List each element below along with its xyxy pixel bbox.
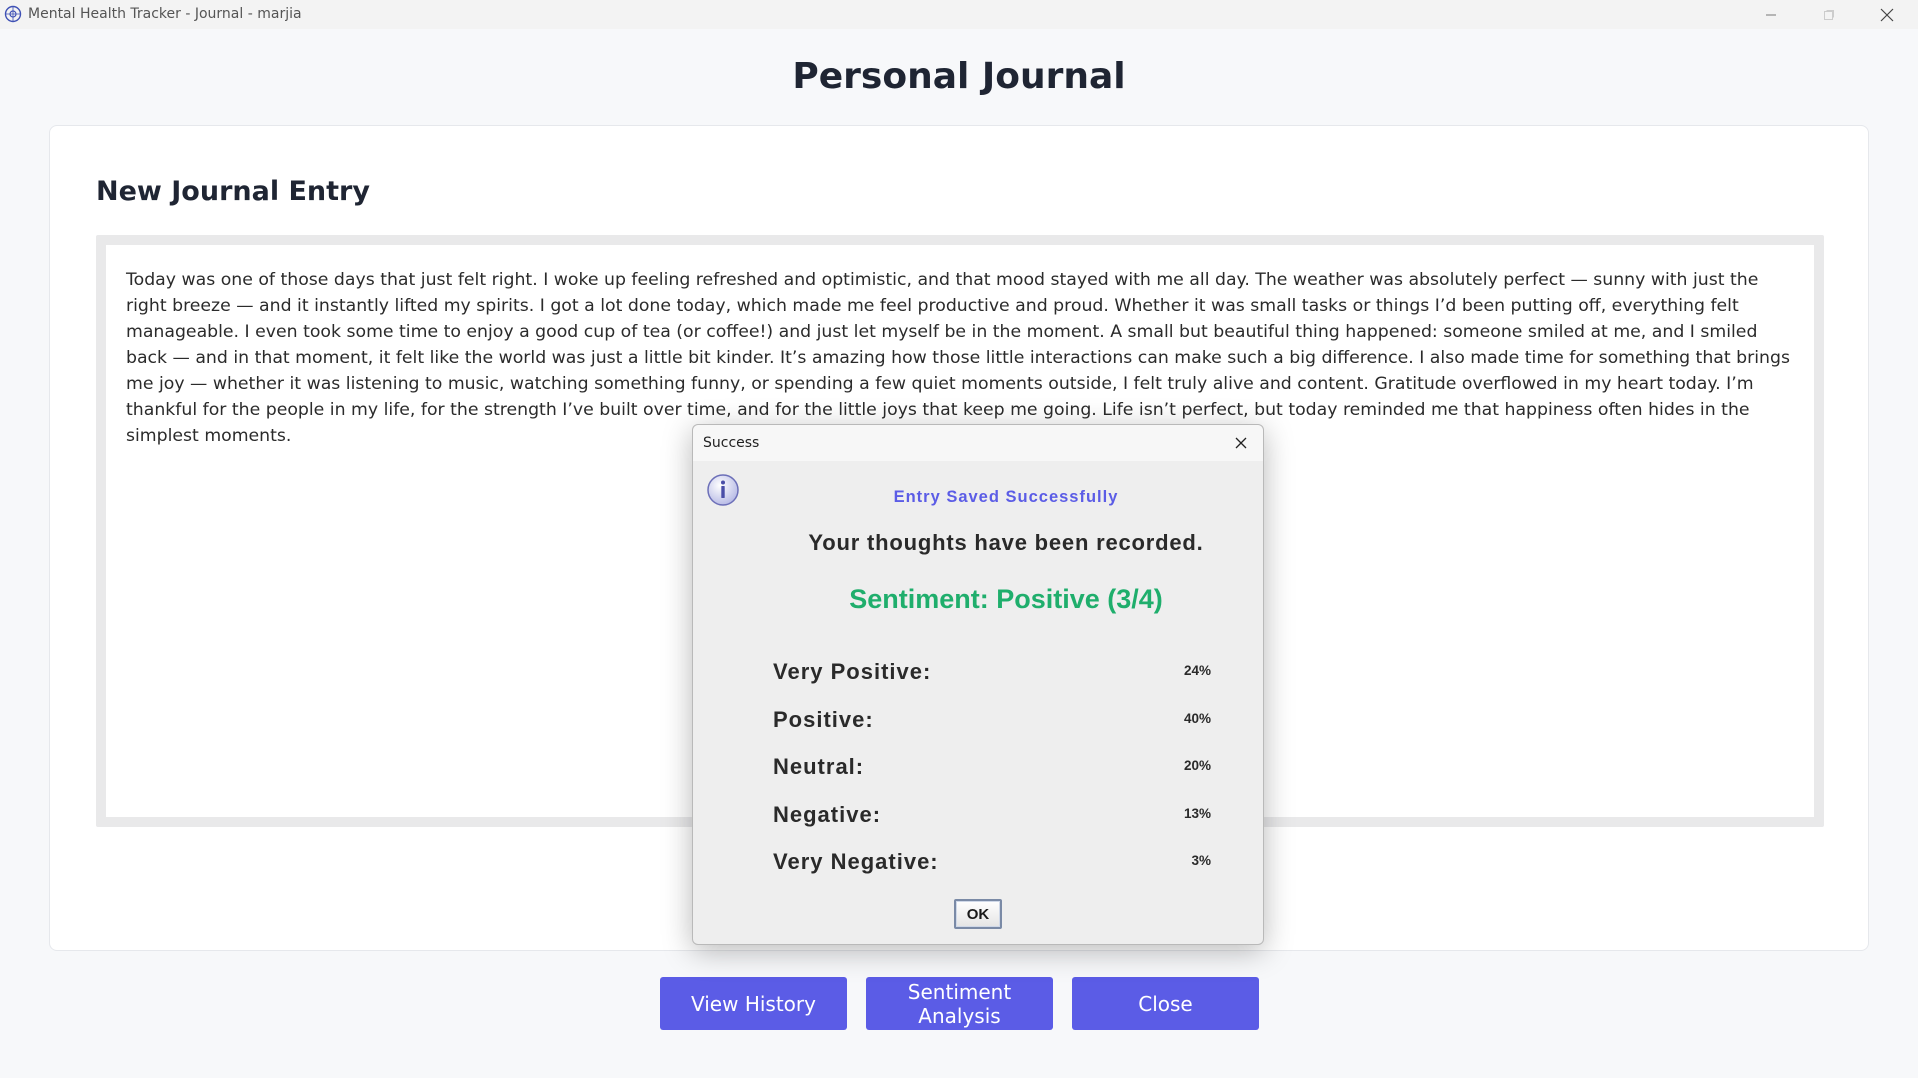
dialog-close-button[interactable] <box>1231 433 1251 453</box>
distribution-label: Negative: <box>773 802 882 827</box>
window-title: Mental Health Tracker - Journal - marjia <box>28 6 302 22</box>
sentiment-result: Sentiment: Positive (3/4) <box>849 584 1163 614</box>
distribution-value: 20% <box>1183 758 1211 773</box>
distribution-row-very-positive: Very Positive: 24% <box>773 659 1211 689</box>
close-button[interactable]: Close <box>1072 977 1259 1030</box>
distribution-value: 13% <box>1183 806 1211 821</box>
distribution-row-neutral: Neutral: 20% <box>773 754 1211 784</box>
maximize-icon <box>1824 9 1834 20</box>
close-icon <box>1880 8 1894 21</box>
distribution-row-positive: Positive: 40% <box>773 707 1211 737</box>
distribution-value: 40% <box>1183 711 1211 726</box>
distribution-label: Neutral: <box>773 754 865 779</box>
section-title: New Journal Entry <box>96 176 370 207</box>
distribution-label: Positive: <box>773 707 874 732</box>
dialog-message: Your thoughts have been recorded. <box>808 530 1204 555</box>
close-window-button[interactable] <box>1858 0 1916 29</box>
dialog-titlebar: Success <box>693 425 1263 461</box>
page-title: Personal Journal <box>792 56 1126 97</box>
window-titlebar: Mental Health Tracker - Journal - marjia <box>0 0 1918 29</box>
sentiment-analysis-button[interactable]: Sentiment Analysis <box>866 977 1053 1030</box>
dialog-heading: Entry Saved Successfully <box>893 488 1119 506</box>
minimize-button[interactable] <box>1742 0 1800 29</box>
distribution-label: Very Positive: <box>773 659 932 684</box>
distribution-row-very-negative: Very Negative: 3% <box>773 849 1211 879</box>
close-icon <box>1235 437 1247 449</box>
app-logo-icon <box>4 5 22 23</box>
distribution-value: 24% <box>1183 663 1211 678</box>
minimize-icon <box>1766 14 1776 15</box>
distribution-label: Very Negative: <box>773 849 939 874</box>
view-history-button[interactable]: View History <box>660 977 847 1030</box>
distribution-row-negative: Negative: 13% <box>773 802 1211 832</box>
ok-button[interactable]: OK <box>954 899 1002 929</box>
success-dialog: Success Entry Saved Successfully Your th… <box>692 424 1264 945</box>
distribution-value: 3% <box>1191 853 1211 868</box>
maximize-button[interactable] <box>1800 0 1858 29</box>
dialog-title: Success <box>703 435 760 451</box>
